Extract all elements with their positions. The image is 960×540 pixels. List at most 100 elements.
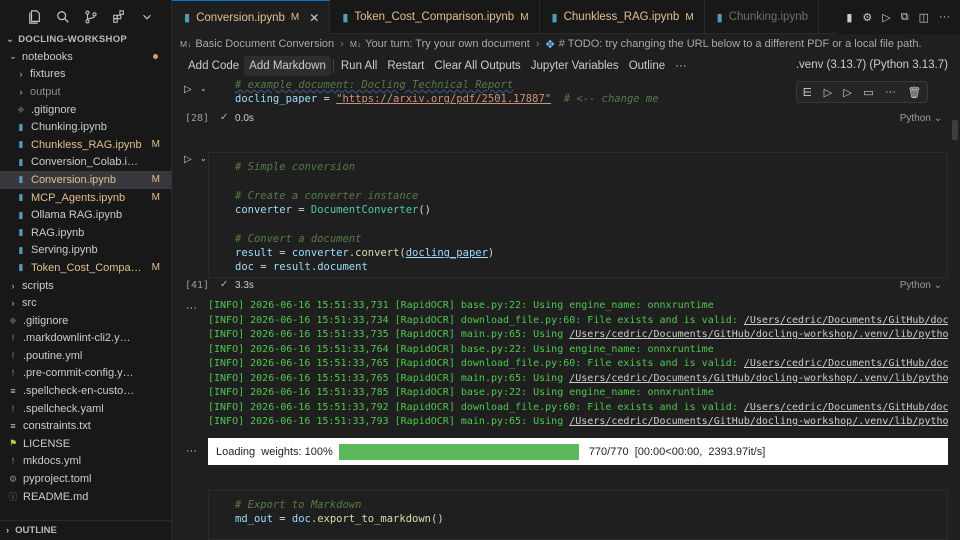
file-path-link[interactable]: /Users/cedric/Documents/GitHub/docling-w… bbox=[569, 373, 948, 384]
file-tree-item[interactable]: ▮ Serving.ipynb bbox=[0, 242, 172, 260]
breadcrumb-item[interactable]: # TODO: try changing the URL below to a … bbox=[559, 38, 922, 50]
code-cell-3[interactable]: # Export to Markdown md_out = doc.export… bbox=[172, 490, 960, 540]
editor-tab[interactable]: ▮ Chunkless_RAG.ipynb M bbox=[540, 0, 705, 34]
more-actions-button[interactable]: ··· bbox=[670, 56, 692, 76]
files-icon[interactable] bbox=[28, 10, 42, 24]
execution-count: [28] bbox=[185, 113, 210, 124]
add-markdown-button[interactable]: Add Markdown bbox=[244, 56, 331, 76]
gear-icon[interactable]: ⚙ bbox=[862, 11, 872, 24]
search-icon[interactable] bbox=[56, 10, 70, 24]
notebook-icon: ▮ bbox=[18, 174, 24, 185]
file-tree-item[interactable]: ◆ .gitignore bbox=[0, 101, 172, 119]
file-tree-item[interactable]: › scripts bbox=[0, 277, 172, 295]
editor-tab[interactable]: ▮ Chunking.ipynb bbox=[705, 0, 819, 34]
file-tree-item[interactable]: ≡ constraints.txt bbox=[0, 417, 172, 435]
file-tree-item[interactable]: ▮ Conversion_Colab.ipynb bbox=[0, 154, 172, 172]
modified-dot-icon bbox=[153, 54, 158, 59]
chevron-down-icon[interactable] bbox=[140, 10, 154, 24]
notebook-icon[interactable]: ▮ bbox=[846, 11, 852, 24]
run-cell-icon[interactable]: ▷ bbox=[184, 84, 192, 95]
file-tree-item[interactable]: ▮ MCP_Agents.ipynb M bbox=[0, 189, 172, 207]
chevron-down-icon[interactable]: ⌄ bbox=[200, 84, 207, 93]
file-tree-item[interactable]: ! .markdownlint-cli2.yaml bbox=[0, 330, 172, 348]
file-tree-item[interactable]: ▮ Token_Cost_Comparison.ipynb M bbox=[0, 259, 172, 277]
file-tree-item[interactable]: ! .poutine.yml bbox=[0, 347, 172, 365]
close-icon[interactable]: ✕ bbox=[309, 11, 319, 25]
file-path-link[interactable]: /Users/cedric/Documents/GitHub/docling bbox=[744, 315, 948, 326]
file-path-link[interactable]: /Users/cedric/Documents/GitHub/docling-w… bbox=[569, 416, 948, 427]
source-control-icon[interactable] bbox=[84, 10, 98, 24]
chevron-right-icon: › bbox=[19, 86, 23, 97]
progress-timing: [00:00<00:00, 2393.97it/s] bbox=[634, 445, 766, 458]
file-tree-item[interactable]: ! .pre-commit-config.yaml bbox=[0, 365, 172, 383]
chevron-down-icon[interactable]: ⌄ bbox=[200, 154, 207, 163]
explorer-sidebar: ⌄ DOCLING-WORKSHOP ⌄ notebooks › fixtures › o… bbox=[0, 0, 172, 540]
clear-all-outputs-button[interactable]: Clear All Outputs bbox=[429, 56, 525, 76]
outline-button[interactable]: Outline bbox=[624, 56, 670, 76]
more-icon[interactable]: ··· bbox=[885, 86, 896, 98]
file-tree-item[interactable]: › src bbox=[0, 294, 172, 312]
license-icon: ⚑ bbox=[8, 438, 18, 449]
editor-tab[interactable]: ▮ Conversion.ipynb M ✕ bbox=[172, 0, 331, 34]
chevron-right-icon: › bbox=[340, 38, 344, 50]
file-path-link[interactable]: /Users/cedric/Documents/GitHub/docling-w… bbox=[569, 329, 948, 340]
file-path-link[interactable]: /Users/cedric/Documents/GitHub/docling bbox=[744, 402, 948, 413]
file-tree-item[interactable]: ◆ .gitignore bbox=[0, 312, 172, 330]
file-tree-item[interactable]: ! mkdocs.yml bbox=[0, 453, 172, 471]
output-actions-icon[interactable]: ··· bbox=[186, 302, 197, 314]
file-tree-item[interactable]: ▮ Chunkless_RAG.ipynb M bbox=[0, 136, 172, 154]
restart-button[interactable]: Restart bbox=[382, 56, 429, 76]
execute-above-icon[interactable]: ▷ bbox=[824, 86, 832, 99]
add-code-button[interactable]: Add Code bbox=[183, 56, 244, 76]
file-path-link[interactable]: /Users/cedric/Documents/GitHub/docling bbox=[744, 358, 948, 369]
code-cell-2[interactable]: ▷ ⌄ # Simple conversion # Create a conve… bbox=[172, 152, 960, 294]
split-editor-icon[interactable]: ◫ bbox=[919, 11, 929, 24]
kernel-picker[interactable]: .venv (3.13.7) (Python 3.13.7) bbox=[796, 59, 948, 71]
breadcrumb-item[interactable]: Your turn: Try your own document bbox=[365, 38, 530, 50]
editor-tab[interactable]: ▮ Token_Cost_Comparison.ipynb M bbox=[330, 0, 540, 34]
file-tree-item[interactable]: ⌄ notebooks bbox=[0, 48, 172, 66]
run-icon[interactable]: ▷ bbox=[882, 11, 890, 24]
tab-label: Conversion.ipynb bbox=[196, 11, 285, 24]
file-tree-item[interactable]: › fixtures bbox=[0, 66, 172, 84]
file-tree-item[interactable]: ⚑ LICENSE bbox=[0, 435, 172, 453]
file-tree-item-label: .spellcheck-en-custom.txt bbox=[23, 385, 135, 398]
execute-below-icon[interactable]: ▷ bbox=[843, 86, 851, 99]
scrollbar-thumb[interactable] bbox=[952, 120, 958, 140]
explorer-title[interactable]: ⌄ DOCLING-WORKSHOP bbox=[6, 34, 127, 45]
split-cell-icon[interactable]: ▭ bbox=[863, 86, 873, 99]
log-text: [INFO] 2026-06-16 15:51:33,764 [RapidOCR… bbox=[208, 343, 714, 355]
file-tree-item-label: constraints.txt bbox=[23, 420, 91, 433]
output-actions-icon[interactable]: ··· bbox=[186, 445, 197, 457]
notebook-icon: ▮ bbox=[551, 11, 558, 24]
cell-language-picker[interactable]: Python ⌄ bbox=[900, 280, 942, 291]
run-all-button[interactable]: Run All bbox=[336, 56, 382, 76]
file-tree-item-label: Ollama RAG.ipynb bbox=[31, 209, 123, 222]
file-tree-item[interactable]: ! .spellcheck.yaml bbox=[0, 400, 172, 418]
breadcrumb-item[interactable]: Basic Document Conversion bbox=[195, 38, 334, 50]
run-cell-icon[interactable]: ▷ bbox=[184, 154, 192, 165]
compare-icon[interactable]: ⧉ bbox=[901, 11, 909, 24]
file-tree-item[interactable]: ▮ Chunking.ipynb bbox=[0, 118, 172, 136]
progress-output: Loading weights: 100% 770/770 [00:00<00:… bbox=[208, 438, 948, 465]
trash-icon[interactable]: 🗑 bbox=[907, 86, 921, 99]
more-icon[interactable]: ··· bbox=[939, 11, 950, 23]
file-tree-item-label: .gitignore bbox=[31, 103, 77, 116]
progress-counts: 770/770 bbox=[588, 445, 629, 458]
run-by-line-icon[interactable]: ⋿ bbox=[803, 86, 813, 99]
outline-section[interactable]: › OUTLINE bbox=[0, 520, 172, 540]
code-line: result = converter.convert(docling_paper… bbox=[235, 247, 495, 259]
file-tree-item[interactable]: ▮ Conversion.ipynb M bbox=[0, 171, 172, 189]
cell-language-picker[interactable]: Python ⌄ bbox=[900, 113, 942, 124]
file-tree-item[interactable]: ▮ Ollama RAG.ipynb bbox=[0, 206, 172, 224]
file-tree-item[interactable]: ⓘ README.md bbox=[0, 488, 172, 506]
file-tree-item[interactable]: ⚙ pyproject.toml bbox=[0, 470, 172, 488]
git-status-badge: M bbox=[151, 192, 160, 204]
tab-bar: ▮ Conversion.ipynb M ✕ ▮ Token_Cost_Compariso… bbox=[172, 0, 960, 34]
file-tree-item[interactable]: ≡ .spellcheck-en-custom.txt bbox=[0, 382, 172, 400]
git-icon: ◆ bbox=[17, 104, 25, 115]
file-tree-item[interactable]: ▮ RAG.ipynb bbox=[0, 224, 172, 242]
jupyter-variables-button[interactable]: Jupyter Variables bbox=[526, 56, 624, 76]
file-tree-item[interactable]: › output bbox=[0, 83, 172, 101]
extensions-icon[interactable] bbox=[112, 10, 126, 24]
